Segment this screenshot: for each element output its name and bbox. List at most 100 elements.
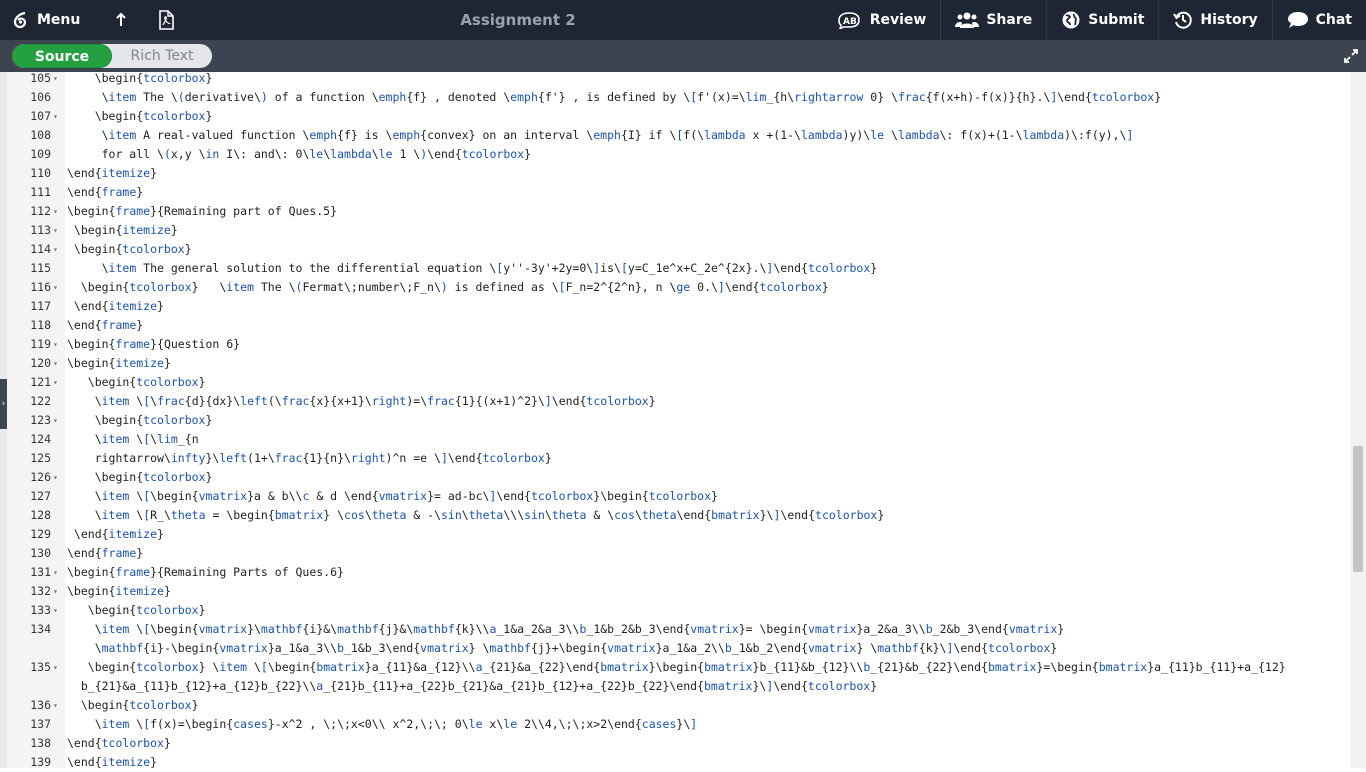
code-line-text: \begin{tcolorbox}: [67, 109, 213, 123]
code-line[interactable]: 106 \item The \(derivative\) of a functi…: [0, 88, 1340, 107]
line-number: 124: [30, 432, 51, 446]
line-number: 111: [30, 185, 51, 199]
source-editor[interactable]: › 105 ▾ \begin{tcolorbox} 106 \item The \(…: [0, 69, 1366, 769]
fold-toggle-icon[interactable]: ▾: [53, 411, 58, 430]
line-number: 130: [30, 546, 51, 560]
code-line[interactable]: 138 \end{tcolorbox}: [0, 734, 1340, 753]
rich-text-toggle-button[interactable]: Rich Text: [112, 44, 212, 68]
code-line[interactable]: 127 \item \[\begin{vmatrix}a & b\\c & d …: [0, 487, 1340, 506]
line-number: 139: [30, 755, 51, 769]
code-line[interactable]: 126 ▾ \begin{tcolorbox}: [0, 468, 1340, 487]
fold-toggle-icon[interactable]: ▾: [53, 582, 58, 601]
fold-toggle-icon[interactable]: ▾: [53, 696, 58, 715]
fold-toggle-icon[interactable]: ▾: [53, 107, 58, 126]
code-line[interactable]: 131 ▾ \begin{frame}{Remaining Parts of Que…: [0, 563, 1340, 582]
code-line[interactable]: 114 ▾ \begin{tcolorbox}: [0, 240, 1340, 259]
editor-scrollbar-thumb[interactable]: [1353, 446, 1363, 572]
code-line[interactable]: 125 rightarrow\infty}\left(1+\frac{1}{n}…: [0, 449, 1340, 468]
code-line[interactable]: 113 ▾ \begin{itemize}: [0, 221, 1340, 240]
code-line[interactable]: 108 \item A real-valued function \emph{f…: [0, 126, 1340, 145]
line-number: 108: [30, 128, 51, 142]
code-line-text: \begin{itemize}: [67, 356, 171, 370]
chat-bubble-icon: [1287, 12, 1308, 28]
fold-toggle-icon[interactable]: ▾: [53, 202, 58, 221]
fold-toggle-icon[interactable]: ▾: [53, 468, 58, 487]
fold-toggle-icon[interactable]: ▾: [53, 354, 58, 373]
line-number: 127: [30, 489, 51, 503]
code-line[interactable]: 107 ▾ \begin{tcolorbox}: [0, 107, 1340, 126]
line-number: 133: [30, 603, 51, 617]
code-line[interactable]: 117 \end{itemize}: [0, 297, 1340, 316]
pdf-button[interactable]: [147, 0, 192, 40]
code-line[interactable]: 124 \item \[\lim_{n: [0, 430, 1340, 449]
code-line[interactable]: 133 ▾ \begin{tcolorbox}: [0, 601, 1340, 620]
fold-toggle-icon[interactable]: ▾: [53, 278, 58, 297]
code-line[interactable]: 130 \end{frame}: [0, 544, 1340, 563]
menu-label: Menu: [37, 12, 81, 28]
fold-toggle-icon[interactable]: ▾: [53, 658, 58, 677]
code-line[interactable]: 134 \item \[\begin{vmatrix}\mathbf{i}&\m…: [0, 620, 1340, 639]
line-number: 137: [30, 717, 51, 731]
code-line-text: \end{itemize}: [67, 755, 158, 769]
code-line[interactable]: 128 \item \[R_\theta = \begin{bmatrix} \…: [0, 506, 1340, 525]
code-line[interactable]: 109 for all \(x,y \in I\: and\: 0\le\lam…: [0, 145, 1340, 164]
upload-arrow-icon: [116, 12, 127, 26]
code-line-text: \end{tcolorbox}: [67, 736, 171, 750]
upload-button[interactable]: [92, 0, 147, 40]
editor-scrollbar[interactable]: [1350, 72, 1366, 768]
code-line-text: \begin{frame}{Question 6}: [67, 337, 241, 351]
chat-button[interactable]: Chat: [1271, 0, 1366, 40]
fold-toggle-icon[interactable]: ▾: [53, 335, 58, 354]
code-line[interactable]: 137 \item \[f(x)=\begin{cases}-x^2 , \;\…: [0, 715, 1340, 734]
expand-editor-button[interactable]: [1344, 48, 1358, 67]
code-line-text: \begin{itemize}: [67, 223, 178, 237]
code-line[interactable]: 123 ▾ \begin{tcolorbox}: [0, 411, 1340, 430]
history-button[interactable]: History: [1158, 0, 1271, 40]
code-line[interactable]: 118 \end{frame}: [0, 316, 1340, 335]
code-line[interactable]: 136 ▾ \begin{tcolorbox}: [0, 696, 1340, 715]
submit-button[interactable]: Submit: [1046, 0, 1158, 40]
code-line[interactable]: 129 \end{itemize}: [0, 525, 1340, 544]
line-number: 113: [30, 223, 51, 237]
code-line-text: \item A real-valued function \emph{f} is…: [67, 128, 1134, 142]
code-line[interactable]: 135 ▾ \begin{tcolorbox} \item \[\begin{bm…: [0, 658, 1340, 677]
code-line-text: \begin{tcolorbox}: [67, 470, 213, 484]
code-line[interactable]: 115 \item The general solution to the di…: [0, 259, 1340, 278]
source-toggle-button[interactable]: Source: [12, 44, 112, 68]
fold-toggle-icon[interactable]: ▾: [53, 221, 58, 240]
fold-toggle-icon[interactable]: ▾: [53, 69, 58, 88]
code-line[interactable]: 122 \item \[\frac{d}{dx}\left(\frac{x}{x…: [0, 392, 1340, 411]
review-icon: AB: [837, 12, 860, 29]
line-number: 138: [30, 736, 51, 750]
code-line[interactable]: 121 ▾ \begin{tcolorbox}: [0, 373, 1340, 392]
code-line[interactable]: 139 \end{itemize}: [0, 753, 1340, 772]
code-line[interactable]: 112 ▾ \begin{frame}{Remaining part of Ques…: [0, 202, 1340, 221]
fold-toggle-icon[interactable]: ▾: [53, 563, 58, 582]
code-line[interactable]: 132 ▾ \begin{itemize}: [0, 582, 1340, 601]
review-button[interactable]: AB Review: [823, 0, 941, 40]
code-line[interactable]: 119 ▾ \begin{frame}{Question 6}: [0, 335, 1340, 354]
code-line[interactable]: b_{21}&a_{11}b_{12}+a_{12}b_{22}\\a_{21}…: [0, 677, 1340, 696]
code-line-text: \item The general solution to the differ…: [67, 261, 878, 275]
code-line[interactable]: 110 \end{itemize}: [0, 164, 1340, 183]
code-line[interactable]: \mathbf{i}-\begin{vmatrix}a_1&a_3\\b_1&b…: [0, 639, 1340, 658]
fold-toggle-icon[interactable]: ▾: [53, 601, 58, 620]
line-number: 110: [30, 166, 51, 180]
share-button[interactable]: Share: [940, 0, 1046, 40]
line-number: 122: [30, 394, 51, 408]
share-users-icon: [955, 12, 980, 28]
fold-toggle-icon[interactable]: ▾: [53, 240, 58, 259]
menu-button[interactable]: Menu: [0, 0, 92, 40]
code-line[interactable]: 116 ▾ \begin{tcolorbox} \item The \(Ferma…: [0, 278, 1340, 297]
line-number: 109: [30, 147, 51, 161]
code-line[interactable]: 105 ▾ \begin{tcolorbox}: [0, 69, 1340, 88]
code-line-text: \end{frame}: [67, 318, 144, 332]
code-line[interactable]: 111 \end{frame}: [0, 183, 1340, 202]
code-line[interactable]: 120 ▾ \begin{itemize}: [0, 354, 1340, 373]
code-line-text: \begin{tcolorbox} \item The \(Fermat\;nu…: [67, 280, 829, 294]
code-line-text: \item \[f(x)=\begin{cases}-x^2 , \;\;x<0…: [67, 717, 698, 731]
line-number: 118: [30, 318, 51, 332]
code-area[interactable]: 105 ▾ \begin{tcolorbox} 106 \item The \(de…: [0, 69, 1350, 769]
fold-toggle-icon[interactable]: ▾: [53, 373, 58, 392]
svg-text:AB: AB: [843, 17, 857, 27]
